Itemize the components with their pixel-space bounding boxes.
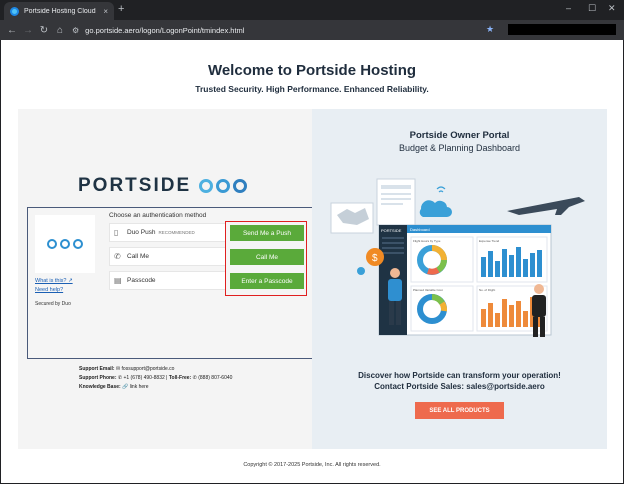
home-icon[interactable]: ⌂ <box>52 25 68 36</box>
back-icon[interactable]: ← <box>4 25 20 36</box>
support-phone-value: ✆ +1 (678) 490-8832 <box>117 375 165 381</box>
new-tab-icon[interactable]: + <box>118 3 124 15</box>
portside-logo: PORTSIDE <box>78 175 250 197</box>
browser-tabbar: Portside Hosting Cloud × + – ☐ ✕ <box>0 0 624 20</box>
tollfree-label: Toll-Free: <box>168 375 192 381</box>
logo-circles-icon <box>199 179 250 193</box>
browser-tab[interactable]: Portside Hosting Cloud × <box>4 2 114 20</box>
panel-3-title: Planned Variable Cost <box>413 288 443 292</box>
passcode-icon: ▤ <box>114 276 122 285</box>
recommended-badge: RECOMMENDED <box>158 230 195 235</box>
contact-sales: Contact Portside Sales: sales@portside.a… <box>374 382 545 391</box>
url-text: go.portside.aero/logon/LogonPoint/tminde… <box>85 25 245 35</box>
kb-link[interactable]: 🔗 link here <box>122 384 149 390</box>
method-passcode: ▤ Passcode <box>109 271 226 290</box>
support-phone: Support Phone: ✆ +1 (678) 490-8832 | Tol… <box>79 375 233 381</box>
enter-passcode-button[interactable]: Enter a Passcode <box>230 273 304 289</box>
support-email: Support Email: ✉ fossupport@portside.co <box>79 366 174 372</box>
window-close-icon[interactable]: ✕ <box>608 3 616 14</box>
tab-favicon-icon <box>10 6 19 16</box>
support-email-value[interactable]: ✉ fossupport@portside.co <box>116 366 174 372</box>
send-push-button[interactable]: Send Me a Push <box>230 225 304 241</box>
site-info-icon[interactable]: ⚙ <box>72 26 79 35</box>
tollfree-value: ✆ (888) 807-6040 <box>192 375 233 381</box>
phone-icon: ▯ <box>114 228 119 237</box>
minimize-icon[interactable]: – <box>566 3 571 13</box>
call-icon: ✆ <box>114 252 121 261</box>
page: Welcome to Portside Hosting Trusted Secu… <box>1 40 623 483</box>
reload-icon[interactable]: ↻ <box>36 25 52 36</box>
dashboard-tab: Dashboard <box>410 227 430 232</box>
bookmark-star-icon[interactable]: ★ <box>486 24 494 35</box>
login-panel: PORTSIDE What is this? ↗ Need help? Secu… <box>18 109 313 449</box>
redacted-area <box>508 24 616 35</box>
logo-text: PORTSIDE <box>78 175 192 196</box>
page-subtitle: Trusted Security. High Performance. Enha… <box>195 84 429 94</box>
footer-copyright: Copyright © 2017-2025 Portside, Inc. All… <box>243 462 381 468</box>
method-label: Duo Push <box>127 229 156 236</box>
method-label: Passcode <box>127 277 156 284</box>
support-email-label: Support Email: <box>79 366 115 372</box>
method-duo-push: ▯ Duo Push RECOMMENDED <box>109 223 226 242</box>
secured-by-duo: Secured by Duo <box>35 301 71 307</box>
portal-subtitle: Budget & Planning Dashboard <box>398 143 521 153</box>
duo-prompt: What is this? ↗ Need help? Secured by Du… <box>27 207 313 359</box>
dashboard-brand: PORTSIDE <box>381 228 402 233</box>
see-all-products-button[interactable]: SEE ALL PRODUCTS <box>415 402 504 419</box>
knowledge-base: Knowledge Base: 🔗 link here <box>79 384 149 390</box>
discover-text: Discover how Portside can transform your… <box>358 371 561 380</box>
method-label: Call Me <box>127 253 150 260</box>
kb-label: Knowledge Base: <box>79 384 121 390</box>
panel-4-title: No. of Flight <box>479 288 495 292</box>
support-phone-label: Support Phone: <box>79 375 117 381</box>
portal-title: Portside Owner Portal <box>409 130 510 141</box>
need-help-link[interactable]: Need help? <box>35 287 63 293</box>
maximize-icon[interactable]: ☐ <box>588 3 596 14</box>
call-me-button[interactable]: Call Me <box>230 249 304 265</box>
panel-2-title: Expense Trend <box>479 239 500 243</box>
dollar-coin-icon: $ <box>372 253 378 264</box>
what-is-this-link[interactable]: What is this? ↗ <box>35 278 73 284</box>
page-title: Welcome to Portside Hosting <box>207 62 417 79</box>
method-call-me: ✆ Call Me <box>109 247 226 266</box>
forward-icon[interactable]: → <box>20 25 36 36</box>
dashboard-illustration: PORTSIDE Dashboard Flight Hours by Type … <box>330 178 585 337</box>
panel-1-title: Flight Hours by Type <box>413 239 441 243</box>
auth-method-heading: Choose an authentication method <box>109 212 207 219</box>
duo-logo <box>35 215 95 273</box>
tab-close-icon[interactable]: × <box>103 7 108 16</box>
address-bar[interactable]: ⚙ go.portside.aero/logon/LogonPoint/tmin… <box>72 23 502 37</box>
tab-title: Portside Hosting Cloud <box>24 7 96 15</box>
